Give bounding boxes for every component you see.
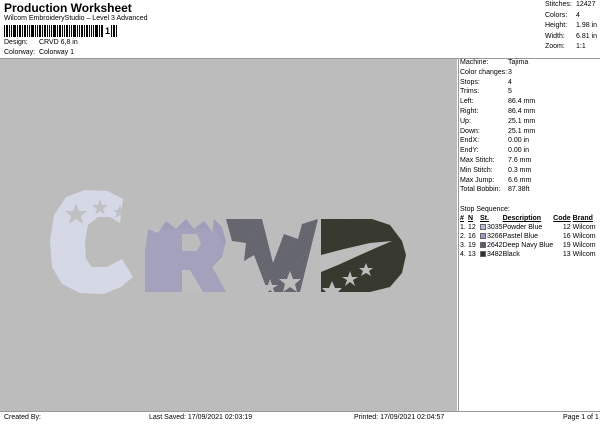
info-left: Left: 86.4 mm (460, 98, 536, 106)
worksheet-title: Production Worksheet (4, 1, 132, 15)
embroidery-design (50, 190, 406, 300)
stats-panel: Stitches: 12427 Colors: 4 Height: 1.98 in W… (545, 1, 600, 54)
stop-row[interactable]: 1. 12 3035 Powder Blue 12 Wilcom (460, 223, 600, 232)
info-up: Up: 25.1 mm (460, 117, 536, 125)
colorway-label: Colorway: (4, 49, 36, 56)
stat-stitches: Stitches: 12427 (545, 1, 596, 8)
info-max-stitch: Max Stitch: 7.6 mm (460, 157, 532, 164)
design-preview-canvas[interactable] (0, 59, 457, 412)
design-row: Design: CRVD 6,8 in (4, 39, 78, 46)
footer: Created By: Last Saved: 17/09/2021 02:03… (0, 412, 600, 424)
stop-sequence-header: # N St. Description Code Brand (460, 215, 593, 222)
stat-width: Width: 6.81 in (545, 32, 598, 40)
stop-sequence-title: Stop Sequence: (460, 206, 510, 213)
color-swatch (480, 233, 486, 240)
info-trims: Trims: 5 (460, 88, 512, 96)
info-right: Right: 86.4 mm (460, 108, 536, 115)
info-panel: Machine: Tajima Color changes: 3 Stops: 4 T… (458, 59, 600, 412)
footer-page: Page 1 of 1 (563, 414, 599, 421)
info-min-stitch: Min Stitch: 0.3 mm (460, 166, 532, 174)
color-swatch (480, 242, 486, 249)
colorway-row: Colorway: Colorway 1 (4, 49, 74, 56)
letter-v-shape (226, 219, 318, 294)
stop-row[interactable]: 2. 16 3266 Pastel Blue 16 Wilcom (460, 232, 600, 241)
footer-last-saved: Last Saved: 17/09/2021 02:03:19 (149, 414, 253, 421)
stat-height: Height: 1.98 in (545, 22, 598, 29)
barcode-text: 1 (105, 26, 111, 36)
stat-colors: Colors: 4 (545, 11, 580, 19)
info-down: Down: 25.1 mm (460, 127, 536, 135)
info-machine: Machine: Tajima (460, 59, 529, 66)
colorway-value: Colorway 1 (38, 49, 74, 56)
info-max-jump: Max Jump: 6.6 mm (460, 176, 532, 184)
design-value: CRVD 6,8 in (38, 39, 78, 46)
design-label: Design: (4, 39, 28, 46)
letter-d-shape (321, 219, 406, 300)
info-stops: Stops: 4 (460, 78, 512, 86)
info-total-bobbin: Total Bobbin: 87.38ft (460, 186, 530, 194)
letter-c-shape (50, 190, 133, 294)
info-endx: EndX: 0.00 in (460, 137, 530, 145)
color-swatch (480, 251, 486, 258)
info-color-changes: Color changes: 3 (460, 68, 512, 76)
info-endy: EndY: 0.00 in (460, 147, 530, 155)
color-swatch (480, 224, 486, 231)
barcode: 1 (4, 25, 134, 37)
letter-r-shape (145, 219, 226, 292)
footer-created-by: Created By: (4, 414, 41, 421)
stat-zoom: Zoom: 1:1 (545, 43, 586, 50)
software-subtitle: Wilcom EmbroideryStudio – Level 3 Advanc… (4, 15, 148, 22)
stop-row[interactable]: 3. 19 2642 Deep Navy Blue 19 Wilcom (460, 241, 600, 250)
stop-row[interactable]: 4. 13 3482 Black 13 Wilcom (460, 250, 600, 259)
stop-sequence-table: Stop Sequence: # N St. Description Code … (460, 205, 600, 259)
footer-printed: Printed: 17/09/2021 02:04:57 (354, 414, 445, 421)
